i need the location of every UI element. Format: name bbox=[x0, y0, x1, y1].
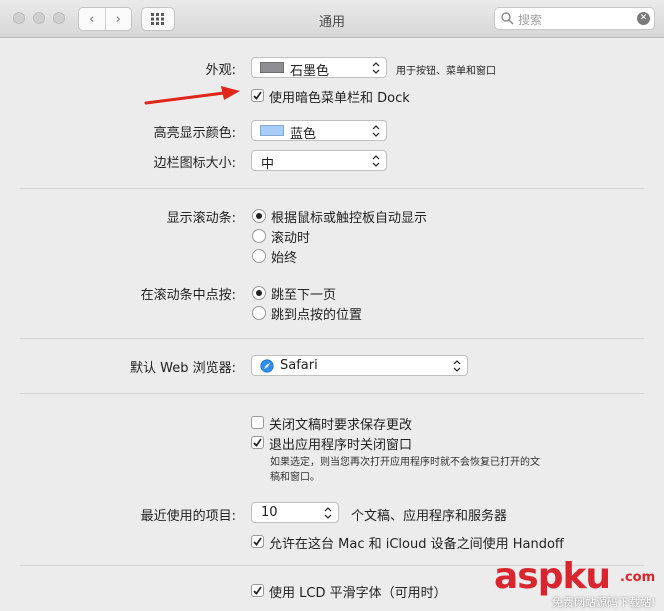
chevron-updown-icon bbox=[372, 62, 380, 74]
close-windows-hint-line1: 如果选定，则当您再次打开应用程序时就不会恢复已打开的文 bbox=[270, 457, 540, 468]
title-bar: ‹ › 通用 搜索 ✕ bbox=[0, 0, 664, 38]
click-option-spot: 跳到点按的位置 bbox=[271, 308, 363, 323]
safari-compass-icon bbox=[260, 359, 274, 373]
clear-search-icon[interactable]: ✕ bbox=[637, 12, 650, 25]
chevron-updown-icon bbox=[453, 360, 461, 372]
appearance-value: 石墨色 bbox=[290, 64, 330, 79]
browser-popup[interactable]: Safari bbox=[251, 355, 468, 376]
chevron-updown-icon bbox=[324, 507, 332, 519]
scrollbars-option-scrolling: 滚动时 bbox=[271, 231, 311, 246]
ask-save-checkbox[interactable] bbox=[251, 416, 264, 429]
graphite-swatch bbox=[260, 62, 284, 73]
sidebar-icon-label: 边栏图标大小: bbox=[153, 156, 236, 171]
close-windows-hint-line2: 稿和窗口。 bbox=[270, 472, 320, 483]
highlight-label: 高亮显示颜色: bbox=[153, 126, 236, 141]
scrollbars-radio-always[interactable] bbox=[252, 249, 266, 263]
separator bbox=[20, 188, 644, 189]
checkmark-icon bbox=[253, 537, 262, 546]
browser-value: Safari bbox=[280, 358, 318, 373]
close-windows-checkbox[interactable] bbox=[251, 436, 264, 449]
blue-swatch bbox=[260, 125, 284, 136]
checkmark-icon bbox=[253, 586, 262, 595]
checkmark-icon bbox=[253, 91, 262, 100]
handoff-label: 允许在这台 Mac 和 iCloud 设备之间使用 Handoff bbox=[269, 537, 564, 552]
watermark-logo: aspku .com 免费网站源码下载站! bbox=[490, 556, 664, 611]
lcd-label: 使用 LCD 平滑字体（可用时） bbox=[269, 586, 447, 601]
appearance-label: 外观: bbox=[205, 63, 236, 78]
recent-label: 最近使用的项目: bbox=[140, 509, 236, 524]
highlight-value: 蓝色 bbox=[290, 127, 317, 142]
click-option-next-page: 跳至下一页 bbox=[271, 288, 337, 303]
chevron-updown-icon bbox=[372, 125, 380, 137]
watermark-suffix: .com bbox=[620, 570, 656, 585]
separator bbox=[20, 393, 644, 394]
browser-label: 默认 Web 浏览器: bbox=[130, 361, 236, 376]
dark-menu-checkbox[interactable] bbox=[251, 89, 264, 102]
recent-popup[interactable]: 10 bbox=[251, 502, 339, 523]
scrollbars-option-always: 始终 bbox=[271, 251, 298, 266]
appearance-note: 用于按钮、菜单和窗口 bbox=[396, 66, 496, 77]
search-field[interactable]: 搜索 ✕ bbox=[494, 7, 655, 30]
red-arrow-icon bbox=[144, 86, 240, 105]
search-placeholder: 搜索 bbox=[518, 13, 543, 27]
search-icon bbox=[501, 12, 514, 25]
dark-menu-label: 使用暗色菜单栏和 Dock bbox=[269, 91, 410, 106]
watermark-brand: aspku bbox=[494, 556, 611, 597]
chevron-updown-icon bbox=[372, 155, 380, 167]
scrollbars-label: 显示滚动条: bbox=[166, 211, 236, 226]
checkmark-icon bbox=[253, 438, 262, 447]
click-scrollbar-label: 在滚动条中点按: bbox=[140, 288, 236, 303]
separator bbox=[20, 338, 644, 339]
watermark-tagline: 免费网站源码下载站! bbox=[552, 596, 656, 609]
sidebar-icon-value: 中 bbox=[261, 157, 275, 172]
recent-suffix: 个文稿、应用程序和服务器 bbox=[351, 509, 508, 524]
ask-save-label: 关闭文稿时要求保存更改 bbox=[269, 418, 413, 433]
recent-value: 10 bbox=[261, 505, 278, 520]
scrollbars-radio-auto[interactable] bbox=[252, 209, 266, 223]
scrollbars-option-auto: 根据鼠标或触控板自动显示 bbox=[271, 211, 428, 226]
lcd-checkbox[interactable] bbox=[251, 584, 264, 597]
handoff-checkbox[interactable] bbox=[251, 535, 264, 548]
appearance-popup[interactable]: 石墨色 bbox=[251, 57, 387, 79]
scrollbars-radio-scrolling[interactable] bbox=[252, 229, 266, 243]
sidebar-icon-popup[interactable]: 中 bbox=[251, 150, 387, 172]
click-radio-next-page[interactable] bbox=[252, 286, 266, 300]
highlight-popup[interactable]: 蓝色 bbox=[251, 120, 387, 142]
close-windows-label: 退出应用程序时关闭窗口 bbox=[269, 438, 413, 453]
click-radio-spot[interactable] bbox=[252, 306, 266, 320]
